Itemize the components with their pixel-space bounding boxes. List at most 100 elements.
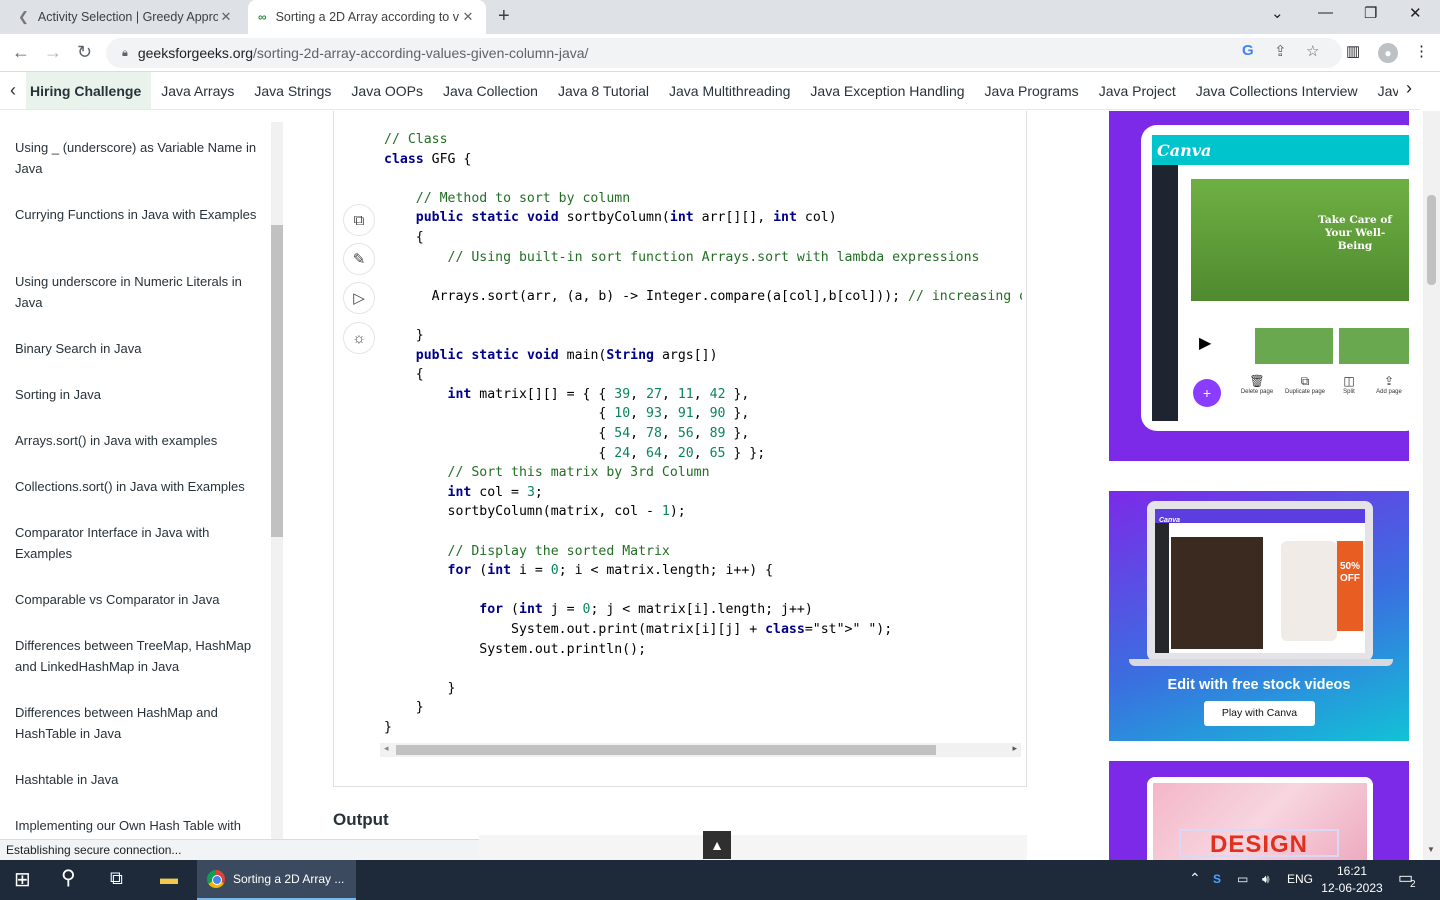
bookmark-star-icon[interactable]: ☆ — [1306, 42, 1319, 60]
new-tab-button[interactable]: + — [498, 5, 510, 28]
forward-icon[interactable]: → — [44, 42, 62, 63]
nav-item-java-collections-interview[interactable]: Java Collections Interview — [1186, 83, 1368, 99]
tab-search-icon[interactable]: ⌄ — [1271, 4, 1284, 22]
code-line: // Using built-in sort function Arrays.s… — [447, 249, 980, 265]
nav-item-java-exception-handling[interactable]: Java Exception Handling — [800, 83, 974, 99]
page-scrollbar-thumb[interactable] — [1427, 195, 1436, 285]
code-line: sortbyColumn(matrix, col - 1); — [384, 504, 686, 520]
windows-start-icon[interactable]: ⊞ — [14, 867, 31, 892]
nav-item-java-programs[interactable]: Java Programs — [975, 83, 1089, 99]
sidebar-item[interactable]: Arrays.sort() in Java with examples — [15, 430, 265, 451]
scroll-to-top-button[interactable]: ▲ — [703, 831, 731, 859]
tab-close-icon[interactable]: ✕ — [218, 9, 234, 25]
language-indicator[interactable]: ENG — [1287, 872, 1313, 886]
copy-icon[interactable]: ⧉ — [343, 204, 375, 236]
code-line: public static void main(String args[]) — [415, 347, 718, 363]
pizza-design — [1281, 541, 1337, 641]
nav-item-java-collection[interactable]: Java Collection — [433, 83, 548, 99]
nav-item-java-oops[interactable]: Java OOPs — [341, 83, 433, 99]
code-line: } — [384, 680, 456, 696]
sidebar-item[interactable]: Differences between TreeMap, HashMap and… — [15, 635, 265, 677]
sidebar-item[interactable]: Currying Functions in Java with Examples — [15, 204, 265, 225]
video-thumbnail — [1339, 328, 1409, 364]
code-line: // Sort this matrix by 3rd Column — [447, 465, 710, 481]
canva-ad-3[interactable]: DESIGN — [1109, 761, 1409, 860]
theme-icon[interactable]: ☼ — [343, 322, 375, 354]
restore-icon[interactable]: ❐ — [1364, 4, 1377, 22]
network-icon[interactable]: ▭ — [1237, 872, 1248, 886]
laptop-base — [1129, 659, 1393, 666]
code-scrollbar-thumb[interactable] — [396, 745, 936, 755]
skype-icon[interactable]: S — [1213, 872, 1221, 886]
tab-close-icon[interactable]: ✕ — [460, 9, 476, 25]
sidebar-item[interactable]: Comparable vs Comparator in Java — [15, 589, 265, 610]
run-icon[interactable]: ▷ — [343, 282, 375, 314]
close-window-icon[interactable]: ✕ — [1409, 4, 1422, 22]
file-explorer-icon[interactable]: ▬ — [160, 868, 178, 889]
code-line: System.out.print(matrix[i][j] + class="s… — [384, 622, 893, 637]
browser-tab-sorting[interactable]: ∞ Sorting a 2D Array according to v ✕ — [248, 0, 486, 34]
code-line: } — [384, 700, 424, 716]
sidebar-item[interactable]: Implementing our Own Hash Table with — [15, 815, 265, 836]
minimize-icon[interactable]: — — [1318, 4, 1333, 21]
side-panel-icon[interactable]: ▥ — [1346, 42, 1360, 60]
edit-icon[interactable]: ✎ — [343, 243, 375, 275]
taskbar-chrome-app[interactable]: Sorting a 2D Array ... — [197, 860, 356, 900]
scroll-left-arrow-icon[interactable]: ◂ — [384, 743, 389, 754]
menu-kebab-icon[interactable]: ⋮ — [1414, 42, 1429, 60]
browser-tab-activity-selection[interactable]: ❮ Activity Selection | Greedy Appro ✕ — [8, 0, 244, 34]
sidebar-item[interactable]: Collections.sort() in Java with Examples — [15, 476, 265, 497]
notification-count: 2 — [1410, 879, 1416, 890]
nav-left-chevron-icon[interactable]: ‹ — [0, 80, 26, 101]
canva-side-panel — [1152, 165, 1178, 421]
nav-item-java-project[interactable]: Java Project — [1089, 83, 1186, 99]
search-icon[interactable]: ⚲ — [61, 865, 76, 890]
sidebar-scrollbar-thumb[interactable] — [271, 225, 283, 537]
code-line: { 10, 93, 91, 90 }, — [384, 406, 750, 422]
code-line: { 24, 64, 20, 65 } }; — [384, 445, 766, 461]
url-bar[interactable]: 🔒︎ geeksforgeeks.org/sorting-2d-array-ac… — [106, 38, 1342, 68]
promo-badge: 50% OFF — [1337, 541, 1363, 631]
code-line: } — [384, 720, 392, 735]
sidebar-item[interactable]: Comparator Interface in Java with Exampl… — [15, 522, 265, 564]
nav-right-chevron-icon[interactable]: › — [1398, 78, 1420, 99]
delete-page-tool: 🗑︎ Delete page — [1235, 375, 1279, 396]
sidebar-scrollbar[interactable] — [271, 122, 283, 840]
play-with-canva-button[interactable]: Play with Canva — [1204, 701, 1315, 726]
nav-item-java-8-tutorial[interactable]: Java 8 Tutorial — [548, 83, 659, 99]
canva-ad-1[interactable]: Canva Take Care of Your Well-Being ▶ + 🗑… — [1109, 111, 1409, 461]
clock[interactable]: 16:21 12-06-2023 — [1318, 863, 1386, 897]
browser-tab-strip: ❮ Activity Selection | Greedy Appro ✕ ∞ … — [0, 0, 1440, 34]
split-icon: ◫ — [1343, 374, 1355, 388]
nav-item-java-arrays[interactable]: Java Arrays — [151, 83, 244, 99]
taskbar-app-label: Sorting a 2D Array ... — [233, 872, 345, 886]
page-scrollbar[interactable]: ▼ — [1423, 111, 1440, 860]
sidebar-item[interactable]: Hashtable in Java — [15, 769, 265, 790]
sidebar-item[interactable]: Using _ (underscore) as Variable Name in… — [15, 137, 265, 179]
food-photo-grid — [1171, 537, 1263, 649]
canva-ad-2[interactable]: Canva 50% OFF Edit with free stock video… — [1109, 491, 1409, 741]
task-view-icon[interactable]: ⧉ — [110, 868, 123, 889]
code-horizontal-scrollbar[interactable]: ◂ ▸ — [380, 743, 1021, 757]
nav-item-java-multithreading[interactable]: Java Multithreading — [659, 83, 800, 99]
profile-avatar-icon[interactable]: ● — [1378, 43, 1398, 63]
scroll-right-arrow-icon[interactable]: ▸ — [1012, 743, 1017, 754]
back-icon[interactable]: ← — [12, 42, 30, 63]
url-path: /sorting-2d-array-according-values-given… — [253, 45, 589, 61]
sidebar-item[interactable]: Sorting in Java — [15, 384, 265, 405]
tray-chevron-icon[interactable]: ⌃ — [1189, 870, 1201, 887]
reload-icon[interactable]: ↻ — [77, 42, 92, 63]
code-line: // Method to sort by column — [415, 190, 631, 206]
volume-icon[interactable]: 🔊︎ — [1262, 872, 1270, 887]
code-line: public static void sortbyColumn(int arr[… — [415, 210, 837, 226]
share-icon[interactable]: ⇪ — [1274, 42, 1287, 60]
nav-item-hiring-challenge[interactable]: Hiring Challenge — [26, 72, 152, 109]
gfg-favicon-icon: ∞ — [258, 10, 267, 24]
sidebar-item[interactable]: Differences between HashMap and HashTabl… — [15, 702, 265, 744]
google-lens-icon[interactable]: G — [1242, 42, 1254, 59]
sidebar-item[interactable]: Using underscore in Numeric Literals in … — [15, 271, 265, 313]
sidebar-item[interactable]: Binary Search in Java — [15, 338, 265, 359]
code-line: // Class — [384, 132, 448, 147]
scroll-down-arrow-icon[interactable]: ▼ — [1427, 845, 1435, 854]
nav-item-java-strings[interactable]: Java Strings — [244, 83, 341, 99]
